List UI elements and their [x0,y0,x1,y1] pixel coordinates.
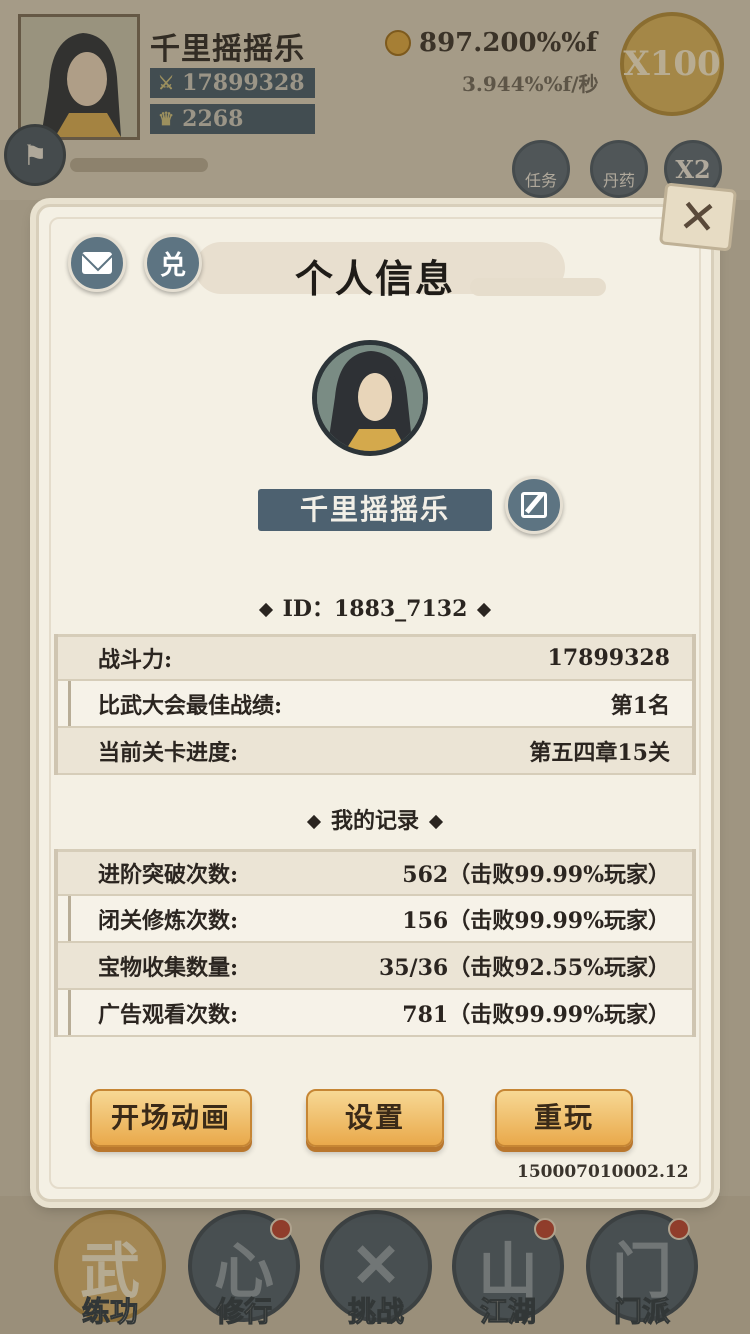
diamond-icon [477,602,492,618]
stat-row: 当前关卡进度: 第五四章15关 [58,728,692,775]
close-button[interactable]: ✕ [658,182,738,252]
replay-button[interactable]: 重玩 [495,1089,633,1147]
diamond-icon [258,602,273,618]
player-id: ID：1883_7132 [0,591,750,623]
version-number: 150007010002.12 [517,1162,689,1182]
diamond-icon [428,814,444,830]
close-icon: ✕ [676,188,720,246]
stat-row: 比武大会最佳战绩: 第1名 [58,681,692,728]
stats-table: 战斗力: 17899328 比武大会最佳战绩: 第1名 当前关卡进度: 第五四章… [54,634,696,775]
settings-button[interactable]: 设置 [306,1089,444,1147]
records-table: 进阶突破次数: 562（击败99.99%玩家） 闭关修炼次数: 156（击败99… [54,849,696,1037]
record-row: 广告观看次数: 781（击败99.99%玩家） [58,990,692,1037]
record-row: 进阶突破次数: 562（击败99.99%玩家） [58,849,692,896]
opening-animation-button[interactable]: 开场动画 [90,1089,252,1147]
redeem-label: 兑 [159,250,186,281]
diamond-icon [306,814,322,830]
redeem-button[interactable]: 兑 [144,234,202,292]
mail-button[interactable] [68,234,126,292]
record-row: 闭关修炼次数: 156（击败99.99%玩家） [58,896,692,943]
record-row: 宝物收集数量: 35/36（击败92.55%玩家） [58,943,692,990]
profile-portrait [312,340,428,456]
edit-icon [521,492,547,518]
records-heading: 我的记录 [0,803,750,835]
mail-icon [82,252,112,274]
edit-name-button[interactable] [505,476,563,534]
player-name-plate: 千里摇摇乐 [258,489,492,531]
stat-row: 战斗力: 17899328 [58,634,692,681]
